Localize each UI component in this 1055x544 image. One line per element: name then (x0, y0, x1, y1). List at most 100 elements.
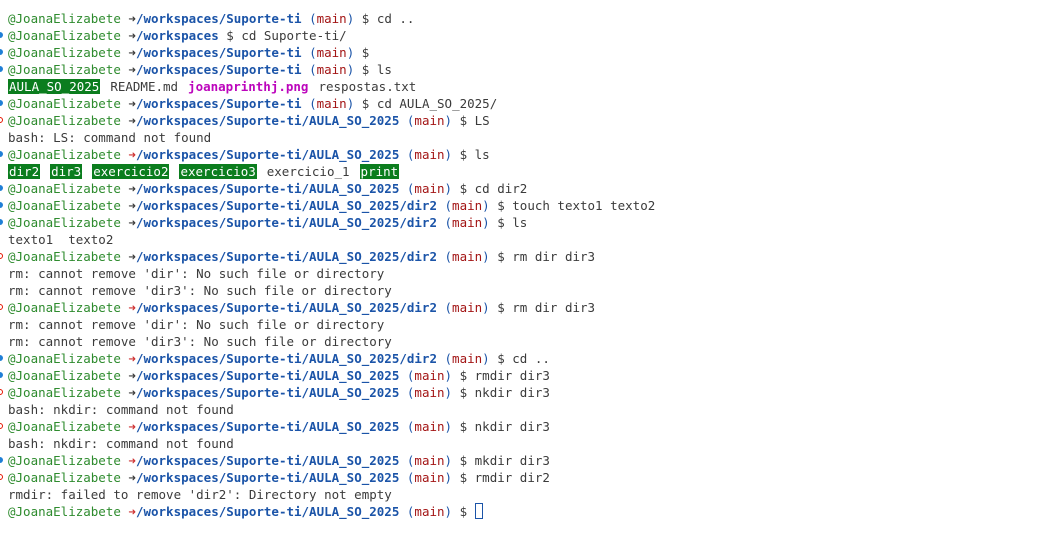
command-error-icon[interactable] (0, 253, 3, 259)
command-success-icon[interactable] (0, 219, 3, 225)
git-branch-indicator: (main) (406, 470, 453, 485)
output-line: bash: nkdir: command not found (8, 402, 234, 417)
git-branch-name: main (414, 368, 445, 383)
git-branch-name: main (316, 62, 347, 77)
git-branch-name: main (452, 198, 483, 213)
command-error-icon[interactable] (0, 389, 3, 395)
prompt-user: @JoanaElizabete (8, 96, 121, 111)
git-branch-name: main (452, 351, 483, 366)
git-branch-name: main (414, 470, 445, 485)
command-error-icon[interactable] (0, 117, 3, 123)
prompt-arrow-icon: ➜ (128, 181, 136, 196)
prompt-arrow-icon: ➜ (128, 351, 136, 366)
ls-entry: README.md (110, 79, 179, 94)
command-text: rmdir dir3 (474, 368, 550, 383)
command-success-icon[interactable] (0, 355, 3, 361)
git-branch-indicator: (main) (406, 181, 453, 196)
command-success-icon[interactable] (0, 372, 3, 378)
prompt-path: /workspaces/Suporte-ti/AULA_SO_2025 (135, 147, 400, 162)
prompt-path: /workspaces/Suporte-ti/AULA_SO_2025 (135, 113, 400, 128)
prompt-arrow-icon: ➜ (128, 453, 136, 468)
prompt-line: @JoanaElizabete ➜/workspaces/Suporte-ti … (0, 44, 1055, 61)
command-error-icon[interactable] (0, 423, 3, 429)
prompt-user: @JoanaElizabete (8, 45, 121, 60)
prompt-user: @JoanaElizabete (8, 385, 121, 400)
prompt-arrow-icon: ➜ (128, 28, 136, 43)
command-text: rm dir dir3 (512, 300, 596, 315)
prompt-path: /workspaces (135, 28, 219, 43)
command-success-icon[interactable] (0, 49, 3, 55)
command-error-icon[interactable] (0, 304, 3, 310)
git-branch-name: main (452, 215, 483, 230)
command-text: cd .. (376, 11, 415, 26)
command-success-icon[interactable] (0, 32, 3, 38)
output-line: texto1 texto2 (8, 232, 114, 247)
git-branch-indicator: (main) (444, 351, 490, 366)
git-branch-name: main (316, 45, 347, 60)
command-text: cd AULA_SO_2025/ (376, 96, 498, 111)
prompt-user: @JoanaElizabete (8, 419, 121, 434)
prompt-arrow-icon: ➜ (128, 113, 136, 128)
prompt-path: /workspaces/Suporte-ti/AULA_SO_2025 (135, 453, 400, 468)
ls-entry: joanaprinthj.png (188, 79, 309, 94)
command-text: rm dir dir3 (512, 249, 596, 264)
command-success-icon[interactable] (0, 185, 3, 191)
prompt-line: @JoanaElizabete ➜/workspaces/Suporte-ti/… (0, 384, 1055, 401)
output-line: rm: cannot remove 'dir': No such file or… (8, 266, 385, 281)
command-success-icon[interactable] (0, 66, 3, 72)
prompt-arrow-icon: ➜ (128, 300, 136, 315)
git-branch-name: main (452, 249, 483, 264)
ls-entry: exercicio_1 (266, 164, 350, 179)
command-text: ls (512, 215, 528, 230)
prompt-arrow-icon: ➜ (128, 215, 136, 230)
command-success-icon[interactable] (0, 457, 3, 463)
git-branch-indicator: (main) (406, 504, 453, 519)
prompt-line: @JoanaElizabete ➜/workspaces/Suporte-ti/… (0, 197, 1055, 214)
prompt-arrow-icon: ➜ (128, 368, 136, 383)
git-branch-indicator: (main) (406, 385, 453, 400)
git-branch-indicator: (main) (309, 96, 355, 111)
git-branch-indicator: (main) (444, 215, 490, 230)
prompt-line: @JoanaElizabete ➜/workspaces/Suporte-ti … (8, 11, 415, 26)
command-text: cd Suporte-ti/ (241, 28, 347, 43)
output-line: rm: cannot remove 'dir3': No such file o… (8, 283, 392, 298)
prompt-line: @JoanaElizabete ➜/workspaces/Suporte-ti/… (0, 112, 1055, 129)
command-text: rmdir dir2 (474, 470, 550, 485)
output-line: bash: LS: command not found (8, 130, 212, 145)
command-text: cd .. (512, 351, 550, 366)
prompt-user: @JoanaElizabete (8, 351, 121, 366)
prompt-user: @JoanaElizabete (8, 198, 121, 213)
prompt-arrow-icon: ➜ (128, 504, 136, 519)
prompt-user: @JoanaElizabete (8, 215, 121, 230)
prompt-arrow-icon: ➜ (128, 45, 136, 60)
git-branch-name: main (414, 385, 445, 400)
git-branch-name: main (414, 453, 445, 468)
prompt-path: /workspaces/Suporte-ti (135, 11, 302, 26)
git-branch-indicator: (main) (406, 368, 453, 383)
command-error-icon[interactable] (0, 474, 3, 480)
output-line: rm: cannot remove 'dir': No such file or… (8, 317, 385, 332)
prompt-line: @JoanaElizabete ➜/workspaces/Suporte-ti … (0, 95, 1055, 112)
terminal-output[interactable]: @JoanaElizabete ➜/workspaces/Suporte-ti … (0, 10, 1055, 520)
command-text: nkdir dir3 (474, 419, 550, 434)
command-success-icon[interactable] (0, 202, 3, 208)
prompt-path: /workspaces/Suporte-ti/AULA_SO_2025/dir2 (135, 198, 437, 213)
prompt-arrow-icon: ➜ (128, 419, 136, 434)
terminal-cursor[interactable] (474, 503, 483, 519)
prompt-arrow-icon: ➜ (128, 198, 136, 213)
command-success-icon[interactable] (0, 100, 3, 106)
prompt-arrow-icon: ➜ (128, 11, 136, 26)
git-branch-indicator: (main) (406, 419, 453, 434)
git-branch-indicator: (main) (406, 113, 453, 128)
ls-entry: exercicio3 (179, 164, 257, 179)
prompt-path: /workspaces/Suporte-ti (135, 45, 302, 60)
ls-entry: AULA_SO_2025 (8, 79, 101, 94)
output-line: bash: nkdir: command not found (8, 436, 234, 451)
prompt-arrow-icon: ➜ (128, 385, 136, 400)
command-text: ls (474, 147, 490, 162)
command-success-icon[interactable] (0, 151, 3, 157)
git-branch-indicator: (main) (309, 62, 355, 77)
git-branch-name: main (414, 419, 445, 434)
command-text: touch texto1 texto2 (512, 198, 656, 213)
prompt-path: /workspaces/Suporte-ti/AULA_SO_2025/dir2 (135, 351, 437, 366)
